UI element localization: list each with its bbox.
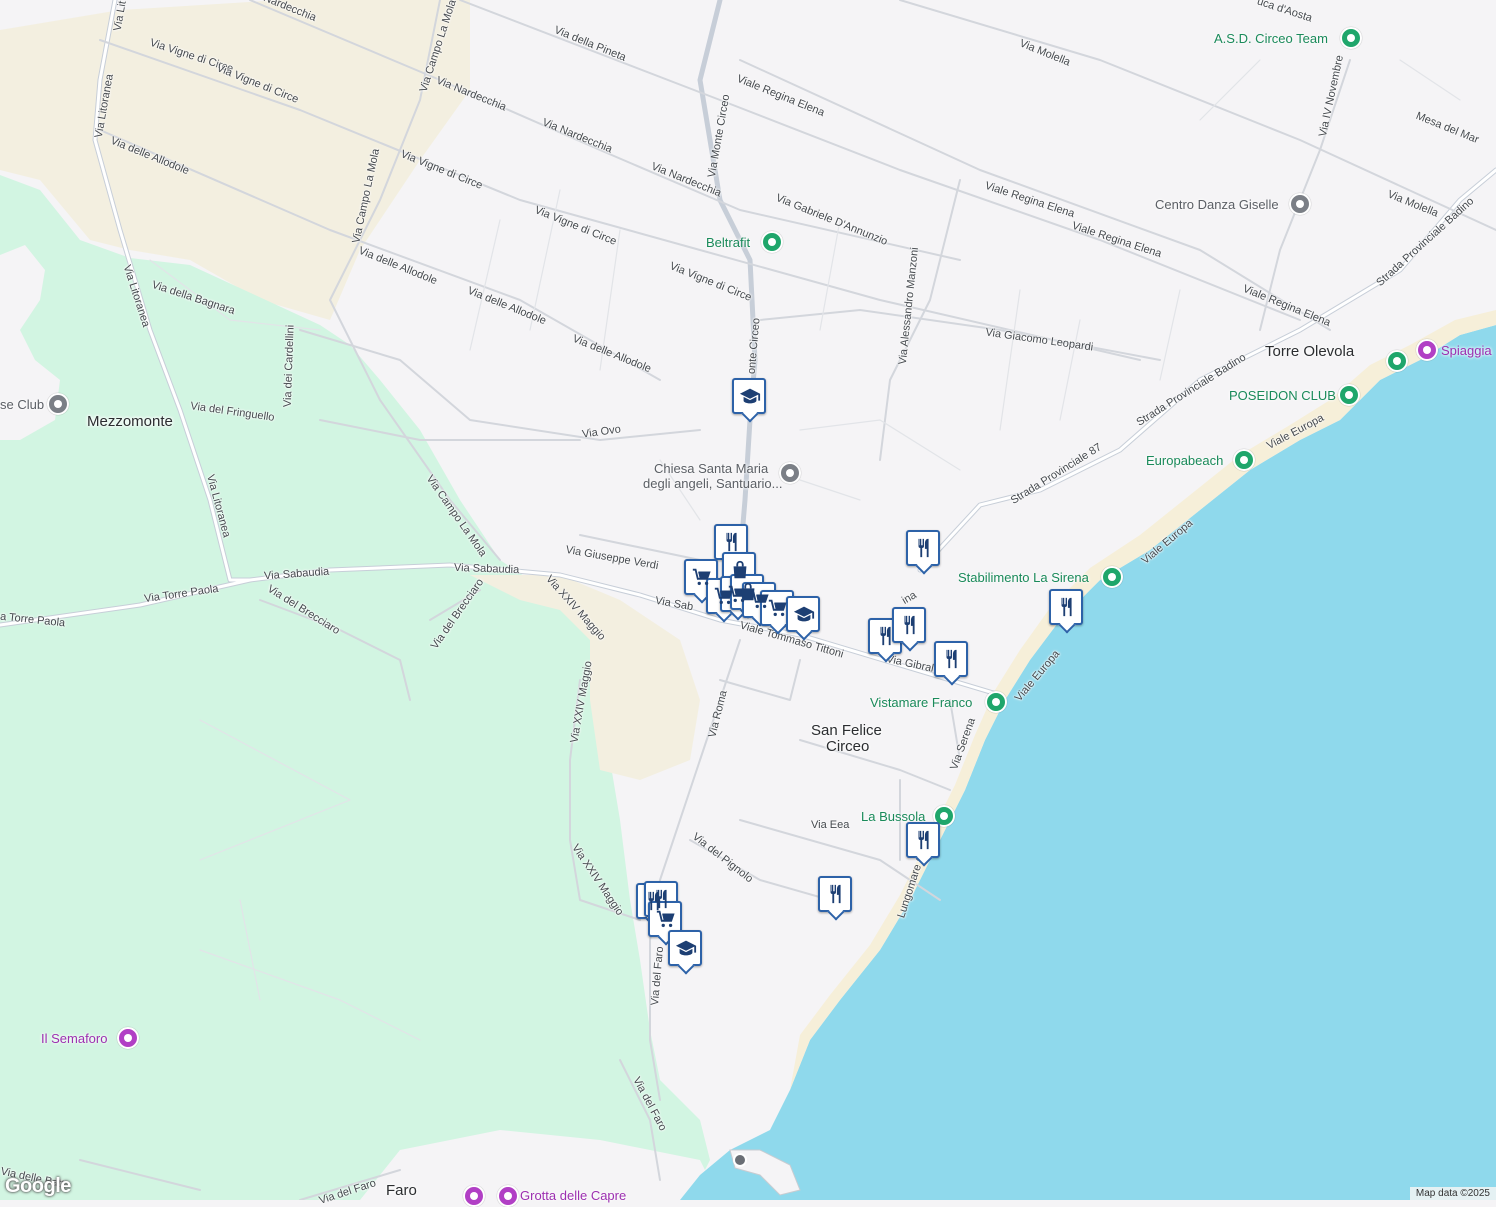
restaurant-icon (651, 888, 673, 910)
pin-dot-icon[interactable] (1101, 566, 1123, 588)
school-icon (793, 603, 815, 625)
restaurant-marker[interactable] (1049, 589, 1083, 625)
pin-dot-icon[interactable] (47, 393, 69, 415)
restaurant-marker[interactable] (934, 641, 968, 677)
pin-dot-icon[interactable] (985, 691, 1007, 713)
shopping-cart-icon (691, 566, 713, 588)
school-marker[interactable] (668, 930, 702, 966)
shopping-bag-icon (729, 559, 751, 581)
shopping-cart-icon (767, 597, 789, 619)
camera-icon[interactable] (1416, 339, 1438, 361)
pin-dot-icon[interactable] (1386, 350, 1408, 372)
shopping-cart-icon (655, 908, 677, 930)
pin-dot-icon[interactable] (1338, 384, 1360, 406)
restaurant-icon (899, 614, 921, 636)
restaurant-icon (721, 531, 743, 553)
harbor-anchor-icon[interactable] (734, 1154, 746, 1166)
restaurant-marker[interactable] (906, 530, 940, 566)
restaurant-icon (913, 829, 935, 851)
restaurant-icon (913, 537, 935, 559)
pin-dot-icon[interactable] (1340, 27, 1362, 49)
school-marker[interactable] (786, 596, 820, 632)
google-logo: Google (5, 1175, 71, 1198)
restaurant-icon (1056, 596, 1078, 618)
school-marker[interactable] (732, 378, 766, 414)
camera-icon[interactable] (117, 1027, 139, 1049)
pin-dot-icon[interactable] (1289, 193, 1311, 215)
church-icon[interactable] (779, 462, 801, 484)
restaurant-marker[interactable] (892, 607, 926, 643)
pin-dot-icon[interactable] (1233, 449, 1255, 471)
restaurant-marker[interactable] (906, 822, 940, 858)
restaurant-icon (941, 648, 963, 670)
restaurant-marker[interactable] (818, 876, 852, 912)
camera-icon[interactable] (497, 1185, 519, 1207)
school-icon (675, 937, 697, 959)
map-attribution[interactable]: Map data ©2025 (1410, 1187, 1496, 1200)
school-icon (739, 385, 761, 407)
restaurant-icon (825, 883, 847, 905)
restaurant-icon (875, 625, 897, 647)
pin-dot-icon[interactable] (761, 231, 783, 253)
camera-icon[interactable] (463, 1185, 485, 1207)
